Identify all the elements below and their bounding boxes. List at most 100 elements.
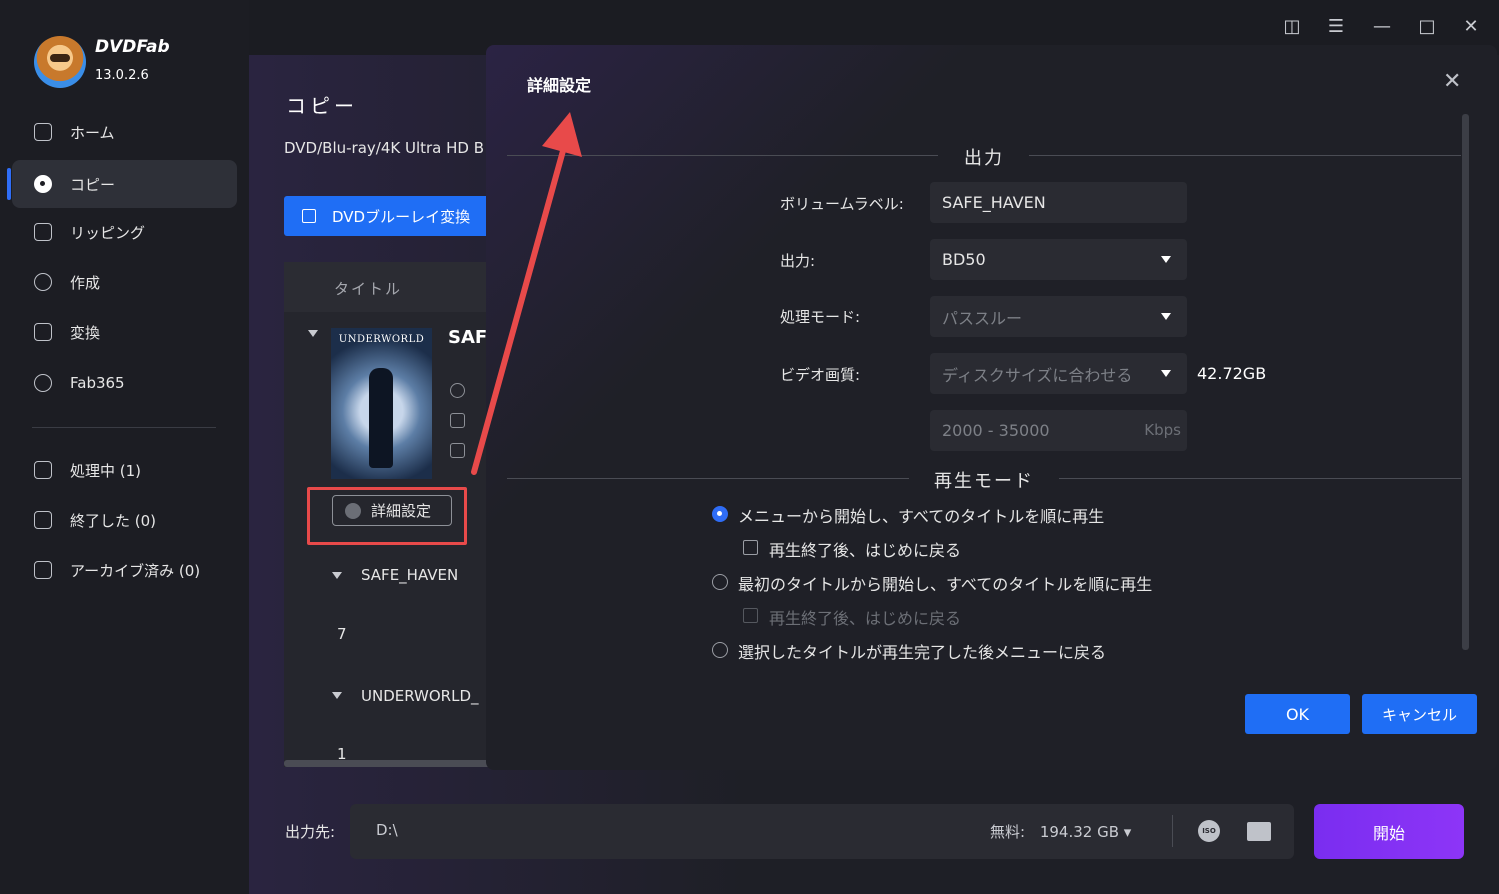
title-list-header: タイトル	[284, 262, 494, 312]
video-quality-value: ディスクサイズに合わせる	[942, 365, 1133, 385]
bitrate-value: 2000 - 35000	[942, 421, 1050, 440]
free-space-label: 無料:	[990, 823, 1026, 841]
app-name: DVDFab	[95, 37, 170, 57]
sidebar-item-archive[interactable]: アーカイブ済み (0)	[12, 546, 237, 594]
chevron-down-icon	[1161, 313, 1171, 320]
section-playback-title: 再生モード	[934, 471, 1034, 492]
folder-icon[interactable]	[1247, 822, 1271, 841]
section-output-title: 出力	[964, 148, 1004, 169]
free-space-value: 194.32 GB	[1039, 823, 1120, 841]
sidebar-item-creator[interactable]: 作成	[12, 258, 237, 306]
playback-radio-return-menu[interactable]	[712, 642, 728, 658]
app-version: 13.0.2.6	[95, 68, 149, 83]
checkbox-label[interactable]: 再生終了後、はじめに戻る	[769, 537, 961, 561]
minimize-icon[interactable]: —	[1371, 16, 1393, 38]
converter-icon	[34, 323, 52, 341]
settings-icon	[345, 502, 361, 519]
start-button[interactable]: 開始	[1314, 804, 1464, 859]
fab365-icon	[34, 374, 52, 392]
page-subtitle: DVD/Blu-ray/4K Ultra HD B	[284, 139, 485, 157]
list-icon	[450, 443, 465, 458]
bitrate-input[interactable]: 2000 - 35000 Kbps	[930, 410, 1187, 451]
shirt-icon[interactable]: ◫	[1281, 16, 1303, 38]
movie-title: SAF	[448, 327, 488, 348]
iso-small-icon	[450, 383, 465, 398]
ok-button[interactable]: OK	[1245, 694, 1350, 734]
copy-mode-button[interactable]: DVDブルーレイ変換	[284, 196, 494, 236]
close-icon[interactable]: ✕	[1443, 71, 1461, 93]
playback-option-label[interactable]: 選択したタイトルが再生完了した後メニューに戻る	[738, 639, 1106, 663]
output-path-box[interactable]	[350, 804, 1294, 859]
sidebar-item-copy[interactable]: コピー	[7, 160, 237, 208]
dropdown-icon: ▾	[1123, 823, 1132, 841]
sidebar-item-converter[interactable]: 変換	[12, 308, 237, 356]
movie-poster: UNDERWORLD	[331, 328, 432, 479]
output-type-label: 出力:	[780, 252, 816, 270]
video-quality-label: ビデオ画質:	[780, 366, 861, 384]
dialog-title: 詳細設定	[527, 76, 592, 95]
sidebar-divider	[32, 427, 216, 428]
finished-icon	[34, 511, 52, 529]
output-type-select[interactable]: BD50	[930, 239, 1187, 280]
return-start-checkbox[interactable]	[743, 540, 758, 555]
sidebar: DVDFab 13.0.2.6 ホーム コピー リッピング 作成 変換 Fab3…	[0, 0, 249, 894]
section-divider	[1059, 478, 1461, 479]
maximize-icon[interactable]: □	[1416, 16, 1438, 38]
creator-icon	[34, 273, 52, 291]
sidebar-item-ripper[interactable]: リッピング	[12, 208, 237, 256]
archive-icon	[34, 561, 52, 579]
mode-switch-icon	[302, 209, 316, 223]
bitrate-unit: Kbps	[1144, 421, 1181, 439]
playback-option-label[interactable]: 最初のタイトルから開始し、すべてのタイトルを順に再生	[738, 571, 1152, 595]
advanced-settings-button[interactable]: 詳細設定	[332, 495, 452, 526]
playback-radio-menu[interactable]	[712, 506, 728, 522]
ripper-icon	[34, 223, 52, 241]
page-title: コピー	[286, 94, 358, 118]
sidebar-item-home[interactable]: ホーム	[12, 108, 237, 156]
sidebar-item-label: ホーム	[70, 123, 115, 142]
free-space[interactable]: 無料: 194.32 GB ▾	[990, 821, 1131, 842]
video-quality-select[interactable]: ディスクサイズに合わせる	[930, 353, 1187, 394]
sidebar-item-processing[interactable]: 処理中 (1)	[12, 446, 237, 494]
sidebar-item-finished[interactable]: 終了した (0)	[12, 496, 237, 544]
section-divider	[507, 478, 909, 479]
poster-title-text: UNDERWORLD	[338, 334, 425, 345]
estimated-size: 42.72GB	[1197, 364, 1267, 383]
copy-mode-label: DVDブルーレイ変換	[332, 207, 471, 226]
process-mode-select[interactable]: パススルー	[930, 296, 1187, 337]
dialog-scrollbar[interactable]	[1462, 114, 1469, 650]
sidebar-item-label: Fab365	[70, 374, 125, 392]
menu-icon[interactable]: ☰	[1325, 16, 1347, 38]
expand-toggle-icon[interactable]	[332, 572, 342, 579]
volume-label-label: ボリュームラベル:	[780, 195, 904, 213]
tree-item[interactable]: UNDERWORLD_	[361, 687, 479, 705]
copy-disc-icon	[34, 175, 52, 193]
output-label: 出力先:	[285, 823, 336, 841]
column-title-header: タイトル	[334, 280, 403, 298]
section-divider	[1029, 155, 1461, 156]
close-window-icon[interactable]: ✕	[1460, 16, 1482, 38]
collapse-toggle-icon[interactable]	[308, 330, 318, 337]
home-icon	[34, 123, 52, 141]
checkbox-label: 再生終了後、はじめに戻る	[769, 609, 962, 628]
sidebar-item-label: 変換	[70, 323, 101, 342]
advanced-settings-label: 詳細設定	[371, 502, 432, 520]
output-type-value: BD50	[942, 250, 986, 269]
sidebar-item-label: コピー	[70, 175, 116, 194]
poster-figure	[369, 368, 393, 468]
volume-label-input[interactable]: SAFE_HAVEN	[930, 182, 1187, 223]
playback-radio-first-title[interactable]	[712, 574, 728, 590]
sidebar-item-label: アーカイブ済み (0)	[70, 561, 201, 580]
output-divider	[1172, 815, 1173, 847]
sidebar-item-label: 終了した (0)	[70, 511, 157, 530]
expand-toggle-icon[interactable]	[332, 692, 342, 699]
horizontal-scrollbar[interactable]	[284, 760, 494, 767]
iso-icon[interactable]: ISO	[1198, 820, 1220, 842]
playback-option-label[interactable]: メニューから開始し、すべてのタイトルを順に再生	[738, 503, 1104, 527]
dvdfab-logo-icon	[34, 36, 86, 88]
sidebar-item-fab365[interactable]: Fab365	[12, 359, 237, 407]
tree-item[interactable]: SAFE_HAVEN	[361, 566, 458, 584]
output-path: D:\	[376, 821, 398, 839]
cancel-button[interactable]: キャンセル	[1362, 694, 1477, 734]
subtitle-icon	[450, 413, 465, 428]
